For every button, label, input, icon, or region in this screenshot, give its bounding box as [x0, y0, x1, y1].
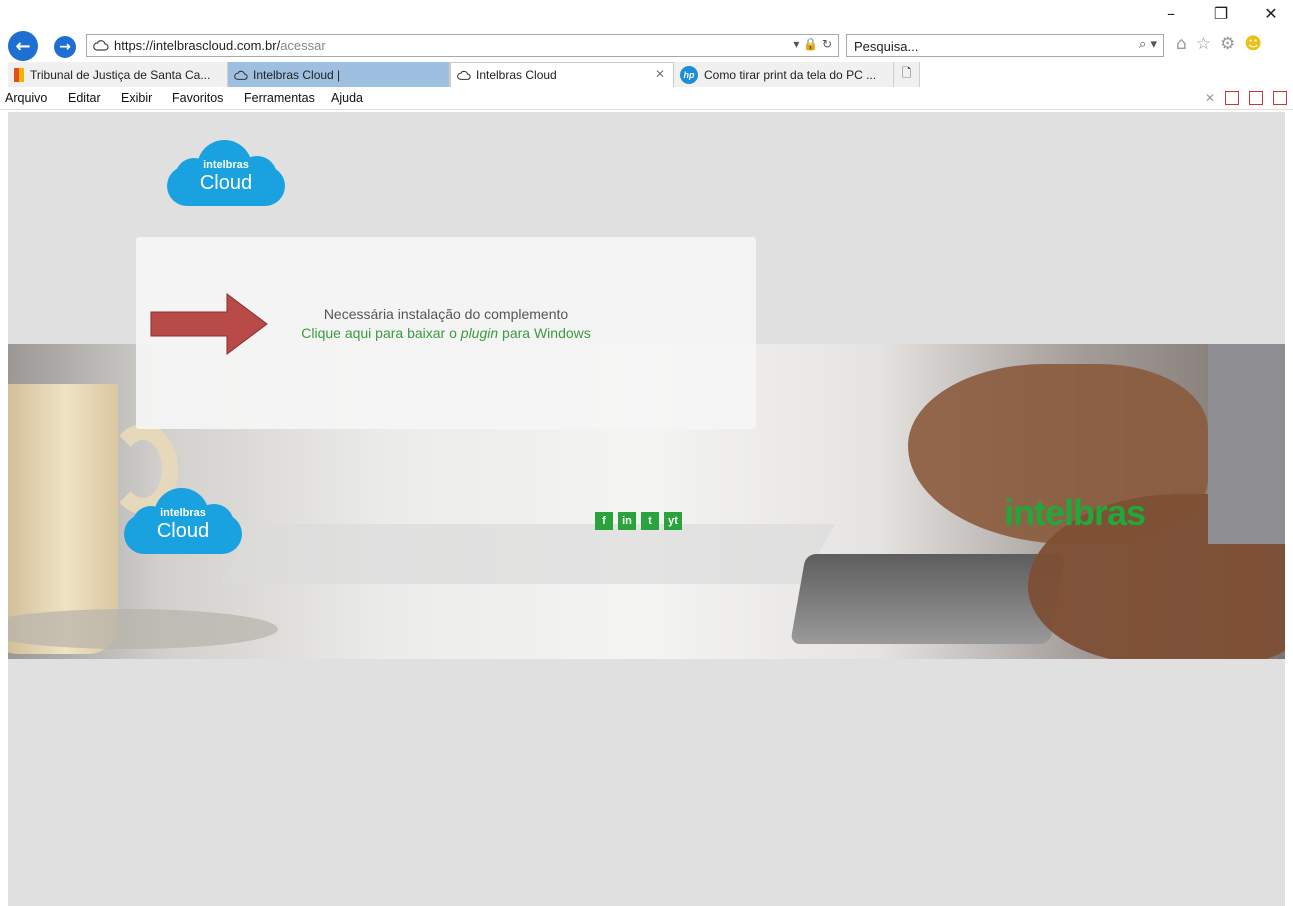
menu-exibir[interactable]: Exibir: [121, 91, 152, 105]
tab-strip: Tribunal de Justiça de Santa Ca... Intel…: [0, 62, 1293, 88]
sleeve-image: [1208, 344, 1285, 544]
window-controls: – ❐ ✕: [1163, 4, 1279, 24]
cloud-icon: [457, 70, 471, 80]
social-links: f in t yt: [595, 512, 682, 530]
url-path: acessar: [280, 38, 326, 53]
tab-intelbras-cloud-active[interactable]: Intelbras Cloud ✕: [450, 62, 674, 87]
page-viewport: intelbras Cloud Necessária instalação do…: [8, 112, 1285, 906]
menu-favoritos[interactable]: Favoritos: [172, 91, 223, 105]
logo-big-text: Cloud: [156, 520, 210, 542]
new-tab-icon: 🗋: [901, 66, 912, 80]
linkedin-icon[interactable]: in: [618, 512, 636, 530]
menu-arquivo[interactable]: Arquivo: [5, 91, 47, 105]
tab-hp-print[interactable]: hp Como tirar print da tela do PC ...: [674, 62, 894, 87]
tjsc-favicon-icon: [14, 67, 24, 82]
tab-label: Como tirar print da tela do PC ...: [704, 67, 877, 82]
red-arrow-annotation: [150, 293, 268, 355]
logo-big-text: Cloud: [199, 172, 253, 194]
link-text-start: Clique aqui para baixar o: [301, 325, 461, 341]
minimize-icon[interactable]: –: [1163, 4, 1179, 24]
intelbras-wordmark: intelbras: [1004, 492, 1146, 533]
restore-icon[interactable]: ❐: [1213, 4, 1229, 24]
new-tab-button[interactable]: 🗋: [894, 62, 920, 87]
tab-tribunal[interactable]: Tribunal de Justiça de Santa Ca...: [8, 62, 228, 87]
facebook-icon[interactable]: f: [595, 512, 613, 530]
url-base: https://intelbrascloud.com.br/: [114, 38, 281, 53]
toolbar-icons: ⌂ ☆ ⚙ ☻: [1176, 34, 1262, 54]
forward-button[interactable]: →: [54, 36, 76, 58]
favorites-icon[interactable]: ☆: [1196, 34, 1211, 54]
navigation-row: ← → https://intelbrascloud.com.br/acessa…: [0, 30, 1293, 61]
link-text-plugin: plugin: [460, 325, 499, 341]
tab-intelbras-cloud-1[interactable]: Intelbras Cloud |: [228, 62, 450, 87]
browser-chrome: – ❐ ✕ ← → https://intelbrascloud.com.br/…: [0, 0, 1293, 112]
link-text-end: para Windows: [498, 325, 591, 341]
back-button[interactable]: ←: [8, 31, 38, 61]
url-text[interactable]: https://intelbrascloud.com.br/acessar: [114, 38, 326, 53]
address-bar[interactable]: https://intelbrascloud.com.br/acessar ▾ …: [86, 34, 839, 57]
arrow-right-icon: →: [59, 39, 71, 55]
tab-label: Tribunal de Justiça de Santa Ca...: [30, 67, 211, 82]
menu-bar: Arquivo Editar Exibir Favoritos Ferramen…: [0, 88, 1293, 110]
pdf-edit-icon[interactable]: [1273, 91, 1287, 105]
intelbras-cloud-logo-footer[interactable]: intelbras Cloud: [124, 488, 242, 554]
twitter-icon[interactable]: t: [641, 512, 659, 530]
tab-label: Intelbras Cloud: [476, 68, 557, 82]
home-icon[interactable]: ⌂: [1176, 34, 1187, 54]
close-toolbar-icon[interactable]: ✕: [1205, 91, 1215, 105]
logo-small-text: intelbras: [203, 159, 249, 171]
keyboard-image: [220, 524, 836, 584]
tab-close-icon[interactable]: ✕: [655, 67, 665, 81]
cloud-icon: [93, 40, 109, 51]
logo-small-text: intelbras: [160, 507, 206, 519]
search-input[interactable]: Pesquisa... ⌕ ▾: [846, 34, 1164, 57]
search-icon[interactable]: ⌕ ▾: [1139, 37, 1157, 52]
feedback-smiley-icon[interactable]: ☻: [1244, 34, 1262, 54]
youtube-icon[interactable]: yt: [664, 512, 682, 530]
intelbras-cloud-logo-top[interactable]: intelbras Cloud: [167, 140, 285, 206]
cloud-icon: [234, 70, 248, 80]
menu-right-icons: ✕: [1205, 91, 1287, 105]
pdf-icon[interactable]: [1225, 91, 1239, 105]
menu-ferramentas[interactable]: Ferramentas: [244, 91, 315, 105]
address-tools-icons[interactable]: ▾ 🔒 ↻: [793, 37, 832, 51]
hp-favicon-icon: hp: [680, 65, 698, 84]
pdf-convert-icon[interactable]: [1249, 91, 1263, 105]
tab-label: Intelbras Cloud |: [253, 67, 341, 82]
saucer-image: [8, 609, 278, 649]
tablet-image: [790, 554, 1066, 644]
arrow-left-icon: ←: [15, 35, 31, 57]
menu-editar[interactable]: Editar: [68, 91, 101, 105]
settings-icon[interactable]: ⚙: [1220, 34, 1235, 54]
menu-ajuda[interactable]: Ajuda: [331, 91, 363, 105]
search-placeholder: Pesquisa...: [854, 39, 919, 54]
close-icon[interactable]: ✕: [1263, 4, 1279, 24]
